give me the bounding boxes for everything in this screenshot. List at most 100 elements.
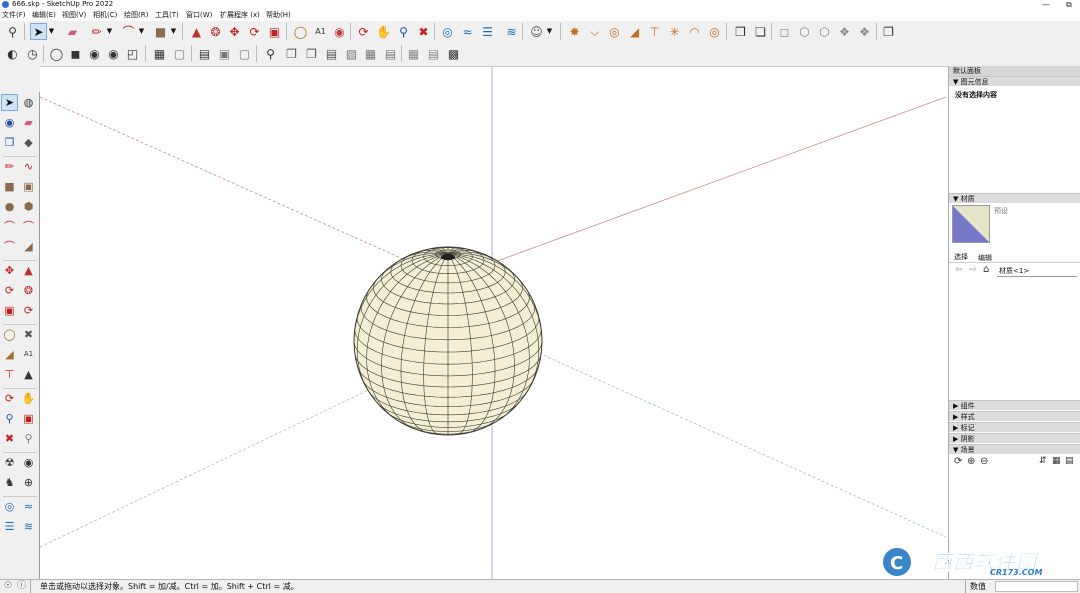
extension-warehouse-icon[interactable]: ≈ (459, 23, 476, 40)
material-name-field[interactable]: 材质<1> (997, 266, 1077, 277)
iso-view-icon[interactable]: ◻ (776, 23, 793, 40)
viewport-canvas[interactable] (40, 67, 948, 579)
zoom-extents-icon[interactable]: ✖ (415, 23, 432, 40)
entity-info-header[interactable]: ▼ 图元信息 (949, 76, 1080, 86)
display-section-icon[interactable]: ▤ (196, 45, 213, 62)
previous-view-icon[interactable]: ⚲ (20, 430, 37, 447)
stamp-icon[interactable]: ▦ (362, 45, 379, 62)
layout-icon[interactable]: ☰ (479, 23, 496, 40)
menu-view[interactable]: 视图(V) (62, 9, 86, 21)
styles-header[interactable]: ▶ 样式 (949, 411, 1080, 421)
rotate-icon[interactable]: ⟳ (1, 282, 18, 299)
line-icon[interactable]: ✏ (1, 158, 18, 175)
axes-icon[interactable]: ⊤ (646, 23, 663, 40)
shaded-icon[interactable]: ◉ (86, 45, 103, 62)
walk-icon[interactable]: ♞ (1, 474, 18, 491)
user-account-icon[interactable]: ☺ (528, 23, 545, 40)
position-camera-icon[interactable]: ☢ (1, 454, 18, 471)
rotate-icon[interactable]: ⟳ (246, 23, 263, 40)
polygon-icon[interactable]: ⬢ (20, 198, 37, 215)
smoove-icon[interactable]: ▧ (343, 45, 360, 62)
sphere-outline-icon[interactable]: ◎ (706, 23, 723, 40)
zoom-icon[interactable]: ⚲ (1, 410, 18, 427)
paint-bucket-icon[interactable]: ◉ (331, 23, 348, 40)
group-icon[interactable]: ❏ (752, 23, 769, 40)
follow-me-icon[interactable]: ❂ (20, 282, 37, 299)
freehand-icon[interactable]: ∿ (20, 158, 37, 175)
extension-warehouse-icon[interactable]: ≈ (20, 498, 37, 515)
geo-location-status-icon[interactable]: ☉ (4, 580, 12, 593)
select-arrow-icon[interactable]: ➤ (30, 23, 47, 40)
info-icon[interactable]: ⓘ (17, 580, 26, 593)
monochrome-icon[interactable]: ◰ (124, 45, 141, 62)
shaded-textures-icon[interactable]: ◉ (105, 45, 122, 62)
menu-edit[interactable]: 编辑(E) (32, 9, 56, 21)
shadows-header[interactable]: ▶ 阴影 (949, 433, 1080, 443)
look-around-icon[interactable]: ◉ (20, 454, 37, 471)
right-view-icon[interactable]: ❖ (836, 23, 853, 40)
orbit-icon[interactable]: ⟳ (1, 390, 18, 407)
move-icon[interactable]: ✥ (1, 262, 18, 279)
protractor-icon[interactable]: ◢ (1, 346, 18, 363)
dropdown-arrow-icon[interactable]: ▼ (47, 23, 56, 40)
arc-icon[interactable]: ⌒ (1, 218, 18, 235)
wireframe-icon[interactable]: ◯ (48, 45, 65, 62)
scale-icon[interactable]: ▣ (1, 302, 18, 319)
offset-icon[interactable]: ⟳ (20, 302, 37, 319)
search-icon[interactable]: ⚲ (4, 23, 21, 40)
eraser-icon[interactable]: ▰ (64, 23, 81, 40)
flip-edge-icon[interactable]: ▤ (425, 45, 442, 62)
zoom-window-icon[interactable]: ▣ (20, 410, 37, 427)
forward-arrow-icon[interactable]: ⇨ (969, 265, 977, 275)
arc-icon[interactable]: ⌒ (120, 23, 137, 40)
extension-manager-icon[interactable]: ≋ (503, 23, 520, 40)
3d-warehouse-icon[interactable]: ◎ (1, 498, 18, 515)
outliner-icon[interactable]: ❐ (880, 23, 897, 40)
three-point-arc-icon[interactable]: ⌒ (1, 238, 18, 255)
hidden-line-icon[interactable]: ◼ (67, 45, 84, 62)
home-icon[interactable]: ⌂ (983, 264, 989, 275)
text-icon[interactable]: A1 (312, 23, 329, 40)
back-arrow-icon[interactable]: ⇦ (955, 265, 963, 275)
layout-icon[interactable]: ☰ (1, 518, 18, 535)
tags-header[interactable]: ▶ 标记 (949, 422, 1080, 432)
back-view-icon[interactable]: ❖ (856, 23, 873, 40)
dropdown-arrow-icon[interactable]: ▼ (545, 23, 554, 40)
model-viewport[interactable] (40, 66, 948, 579)
component-icon[interactable]: ❒ (732, 23, 749, 40)
menu-help[interactable]: 帮助(H) (266, 9, 291, 21)
menu-camera[interactable]: 相机(C) (93, 9, 117, 21)
dropdown-arrow-icon[interactable]: ▼ (169, 23, 178, 40)
move-scene-icon[interactable]: ⇵ (1039, 456, 1047, 466)
pan-icon[interactable]: ✋ (20, 390, 37, 407)
axes-icon[interactable]: ⊤ (1, 366, 18, 383)
rectangle-icon[interactable]: ■ (152, 23, 169, 40)
xray-icon[interactable]: ◐ (4, 45, 21, 62)
measurements-input[interactable] (995, 581, 1078, 592)
paint-bucket-icon[interactable]: ◉ (1, 114, 18, 131)
front-view-icon[interactable]: ⬡ (816, 23, 833, 40)
two-point-arc-icon[interactable]: ⌒ (20, 218, 37, 235)
tab-select[interactable]: 选择 (954, 252, 968, 262)
scene-view-options-icon[interactable]: ▤ (1065, 456, 1074, 466)
rotated-rectangle-icon[interactable]: ▣ (20, 178, 37, 195)
rectangle-icon[interactable]: ■ (1, 178, 18, 195)
zoom-extents-icon[interactable]: ✖ (1, 430, 18, 447)
drape-icon[interactable]: ▤ (382, 45, 399, 62)
pencil-icon[interactable]: ✏ (88, 23, 105, 40)
section-plane-icon[interactable]: ⊕ (20, 474, 37, 491)
scene-details-icon[interactable]: ▦ (1052, 456, 1061, 466)
position-camera-icon[interactable]: ❐ (283, 45, 300, 62)
menu-tools[interactable]: 工具(T) (155, 9, 179, 21)
add-scene-icon[interactable]: ⊕ (967, 456, 975, 467)
3d-text-icon[interactable]: ▲ (20, 366, 37, 383)
update-scene-icon[interactable]: ⟳ (954, 456, 962, 467)
tape-measure-icon[interactable]: ◯ (1, 326, 18, 343)
sandbox-scratch-icon[interactable]: ▤ (323, 45, 340, 62)
dome-icon[interactable]: ◠ (686, 23, 703, 40)
protractor-icon[interactable]: ◢ (626, 23, 643, 40)
minimize-icon[interactable]: — (1042, 0, 1050, 9)
push-pull-icon[interactable]: ▲ (188, 23, 205, 40)
solid-union-icon[interactable]: ▩ (445, 45, 462, 62)
add-detail-icon[interactable]: ▦ (405, 45, 422, 62)
